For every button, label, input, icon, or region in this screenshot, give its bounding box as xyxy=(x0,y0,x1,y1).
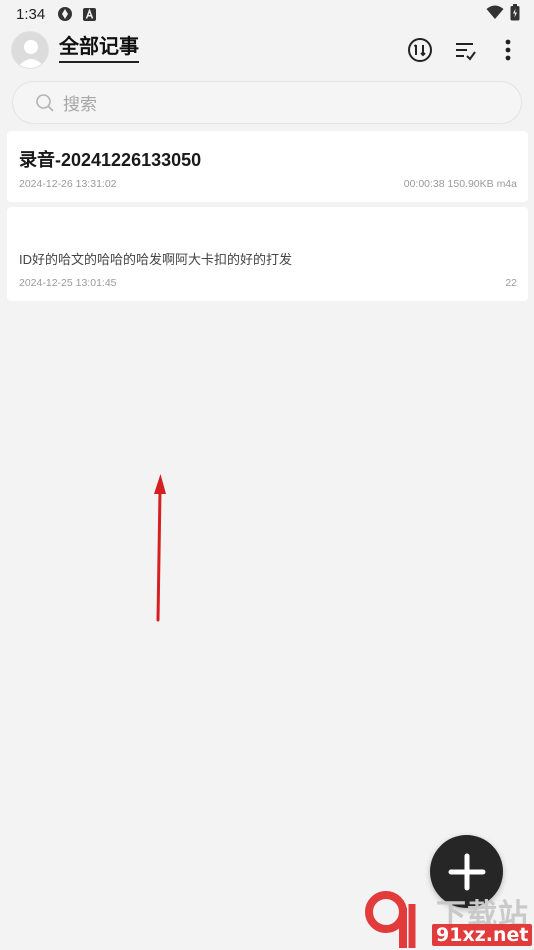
battery-icon xyxy=(510,4,520,26)
page-title[interactable]: 全部记事 xyxy=(59,36,139,63)
sort-numbers-icon xyxy=(408,38,432,62)
watermark-logo-icon xyxy=(365,891,416,948)
list-filter-icon xyxy=(456,43,476,61)
list-filter-button[interactable] xyxy=(451,36,479,64)
note-meta: 00:00:38 150.90KB m4a xyxy=(403,178,517,190)
status-time: 1:34 xyxy=(16,5,46,23)
note-date: 2024-12-25 13:01:45 xyxy=(19,277,117,289)
a-badge-icon xyxy=(83,7,97,21)
plus-icon xyxy=(448,853,485,890)
note-title: 录音-20241226133050 xyxy=(19,150,202,170)
note-date: 2024-12-26 13:31:02 xyxy=(19,178,117,190)
wifi-icon xyxy=(486,5,504,25)
annotation-arrow-icon xyxy=(154,474,166,622)
more-icon xyxy=(505,39,511,61)
user-avatar-icon xyxy=(12,32,48,68)
note-card[interactable]: ID好的哈文的哈哈的哈发啊阿大卡扣的好的打发 2024-12-25 13:01:… xyxy=(7,207,528,301)
search-placeholder: 搜索 xyxy=(63,95,97,114)
more-button[interactable] xyxy=(494,36,522,64)
sort-numbers-button[interactable] xyxy=(406,36,434,64)
sync-icon xyxy=(57,6,73,22)
avatar[interactable] xyxy=(11,31,49,69)
note-body: ID好的哈文的哈哈的哈发啊阿大卡扣的好的打发 xyxy=(19,252,293,267)
note-meta: 22 xyxy=(505,277,517,289)
status-bar: 1:34 xyxy=(0,0,534,28)
search-input[interactable]: 搜索 xyxy=(12,81,522,124)
note-card[interactable]: 录音-20241226133050 2024-12-26 13:31:02 00… xyxy=(7,131,528,202)
app-header: 全部记事 xyxy=(0,28,534,72)
watermark-url: 91xz.net xyxy=(432,924,533,946)
search-icon xyxy=(36,93,54,112)
